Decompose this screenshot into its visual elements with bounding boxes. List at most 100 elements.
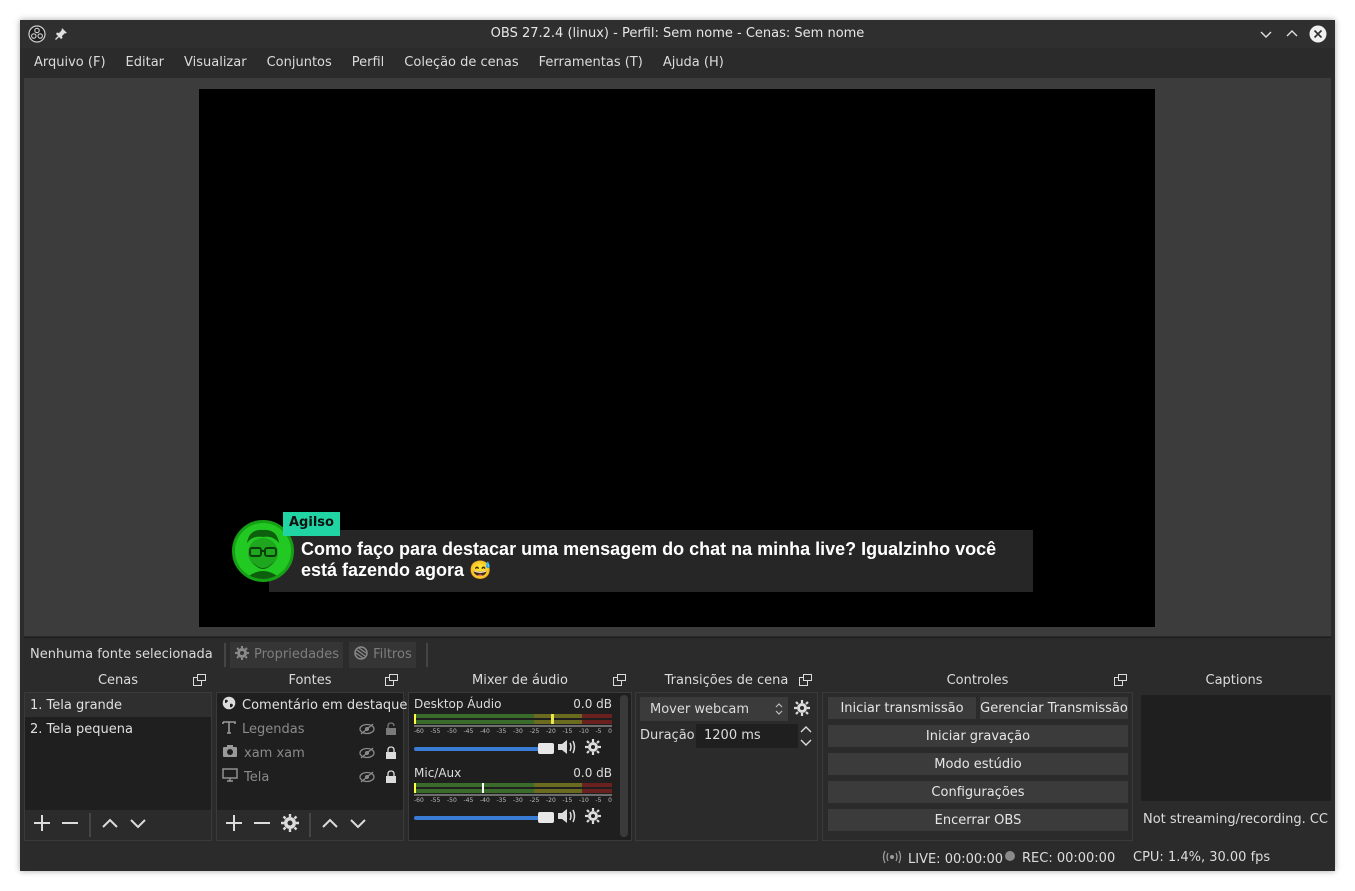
manage-stream-button[interactable]: Gerenciar Transmissão bbox=[979, 696, 1129, 720]
toolbar-separator bbox=[425, 642, 428, 667]
live-status: LIVE: 00:00:00 bbox=[882, 850, 1003, 868]
float-dock-icon[interactable] bbox=[613, 674, 626, 686]
status-bar: LIVE: 00:00:00 REC: 00:00:00 CPU: 1.4%, … bbox=[20, 843, 1335, 871]
hidden-eye-icon[interactable] bbox=[359, 771, 375, 787]
filters-button[interactable]: Filtros bbox=[349, 641, 416, 668]
sources-title: Fontes bbox=[288, 673, 332, 688]
source-item[interactable]: Legendas bbox=[217, 717, 403, 741]
captions-dock: Captions Not streaming/recording. CC Off bbox=[1137, 671, 1331, 841]
exit-button[interactable]: Encerrar OBS bbox=[827, 808, 1129, 832]
chat-message-text: Como faço para destacar uma mensagem do … bbox=[301, 539, 997, 580]
volume-meter bbox=[414, 713, 612, 727]
scene-item[interactable]: 2. Tela pequena bbox=[25, 717, 211, 741]
close-icon[interactable] bbox=[1309, 25, 1327, 43]
remove-scene-icon[interactable] bbox=[59, 812, 81, 838]
transitions-dock: Transições de cena Mover webcam Duração … bbox=[635, 671, 818, 841]
properties-button[interactable]: Propriedades bbox=[230, 641, 344, 668]
spinner-updown-icon bbox=[774, 701, 784, 721]
scene-item[interactable]: 1. Tela grande bbox=[25, 693, 211, 717]
preview-canvas[interactable]: Agilso Como faço para destacar uma mensa… bbox=[199, 89, 1155, 627]
lock-icon[interactable] bbox=[385, 746, 397, 764]
menu-conjuntos[interactable]: Conjuntos bbox=[253, 50, 342, 76]
meter-tick: -40 bbox=[480, 728, 490, 735]
text-icon bbox=[222, 720, 236, 738]
transition-selected-label: Mover webcam bbox=[650, 701, 749, 717]
float-dock-icon[interactable] bbox=[799, 674, 812, 686]
duration-input[interactable]: 1200 ms bbox=[696, 724, 798, 748]
settings-button[interactable]: Configurações bbox=[827, 780, 1129, 804]
studio-mode-button[interactable]: Modo estúdio bbox=[827, 752, 1129, 776]
menu-ferramentas[interactable]: Ferramentas (T) bbox=[525, 50, 653, 76]
obs-window: OBS 27.2.4 (linux) - Perfil: Sem nome - … bbox=[20, 20, 1335, 871]
move-up-icon[interactable] bbox=[319, 812, 341, 838]
channel-settings-gear-icon[interactable] bbox=[584, 807, 602, 829]
start-recording-button[interactable]: Iniciar gravação bbox=[827, 724, 1129, 748]
scenes-title: Cenas bbox=[97, 673, 139, 688]
float-dock-icon[interactable] bbox=[385, 674, 398, 686]
add-source-icon[interactable] bbox=[223, 812, 245, 838]
sources-list: Comentário em destaque Legendas xam xam … bbox=[216, 692, 407, 841]
transition-select[interactable]: Mover webcam bbox=[640, 697, 788, 721]
move-down-icon[interactable] bbox=[347, 812, 369, 838]
mixer-body: Desktop Áudio 0.0 dB -60 -55 -50 -45 -40 -35-… bbox=[408, 692, 632, 841]
meter-tick: -20 bbox=[546, 797, 556, 804]
captions-body: Not streaming/recording. CC Off bbox=[1137, 692, 1331, 841]
hidden-eye-icon[interactable] bbox=[359, 723, 375, 739]
channel-settings-gear-icon[interactable] bbox=[584, 738, 602, 760]
unlocked-icon[interactable] bbox=[385, 722, 397, 740]
lock-icon[interactable] bbox=[385, 770, 397, 788]
transitions-dock-title: Transições de cena bbox=[635, 671, 818, 691]
transition-settings-gear-icon[interactable] bbox=[793, 699, 811, 721]
globe-icon bbox=[222, 696, 236, 714]
mixer-scrollbar[interactable] bbox=[620, 695, 628, 837]
source-item[interactable]: xam xam bbox=[217, 741, 403, 765]
hidden-eye-icon[interactable] bbox=[359, 747, 375, 763]
start-stream-button[interactable]: Iniciar transmissão bbox=[827, 696, 977, 720]
captions-status: Not streaming/recording. CC Off bbox=[1143, 812, 1331, 827]
mixer-title: Mixer de áudio bbox=[471, 673, 568, 688]
sources-dock: Fontes Comentário em destaque Legendas x… bbox=[216, 671, 407, 841]
source-toolbar: Nenhuma fonte selecionada Propriedades F… bbox=[24, 637, 1331, 671]
meter-tick: -15 bbox=[562, 797, 573, 804]
menu-arquivo[interactable]: Arquivo (F) bbox=[20, 50, 116, 76]
menu-visualizar[interactable]: Visualizar bbox=[170, 50, 257, 76]
meter-tick: -40 bbox=[480, 797, 490, 804]
sources-toolbar bbox=[217, 810, 403, 840]
menu-perfil[interactable]: Perfil bbox=[338, 50, 395, 76]
scenes-toolbar bbox=[25, 810, 211, 840]
move-up-icon[interactable] bbox=[99, 812, 121, 838]
source-item[interactable]: Tela bbox=[217, 765, 403, 789]
meter-tick: -30 bbox=[513, 728, 523, 735]
speaker-icon[interactable] bbox=[556, 807, 578, 829]
volume-slider[interactable] bbox=[414, 743, 554, 754]
maximize-icon[interactable] bbox=[1283, 25, 1301, 43]
properties-label: Propriedades bbox=[254, 647, 340, 662]
volume-slider-handle[interactable] bbox=[538, 812, 554, 823]
menu-editar[interactable]: Editar bbox=[112, 50, 175, 76]
meter-tick: -15 bbox=[562, 728, 573, 735]
meter-tick: -10 bbox=[579, 797, 589, 804]
speaker-icon[interactable] bbox=[556, 738, 578, 760]
menu-ajuda[interactable]: Ajuda (H) bbox=[649, 50, 734, 76]
preview-area: Agilso Como faço para destacar uma mensa… bbox=[24, 78, 1331, 636]
meter-tick: -50 bbox=[447, 797, 457, 804]
menu-bar: Arquivo (F) Editar Visualizar Conjuntos … bbox=[20, 50, 1335, 76]
meter-tick: -25 bbox=[529, 797, 540, 804]
volume-slider-handle[interactable] bbox=[538, 743, 554, 754]
source-label: Comentário em destaque bbox=[242, 697, 408, 713]
source-item[interactable]: Comentário em destaque bbox=[217, 693, 407, 717]
move-down-icon[interactable] bbox=[127, 812, 149, 838]
camera-icon bbox=[222, 744, 238, 762]
meter-tick: 0 bbox=[608, 797, 612, 804]
add-scene-icon[interactable] bbox=[31, 812, 53, 838]
sources-dock-title: Fontes bbox=[216, 671, 404, 691]
menu-colecao-de-cenas[interactable]: Coleção de cenas bbox=[390, 50, 528, 76]
volume-slider[interactable] bbox=[414, 812, 554, 823]
source-label: Tela bbox=[244, 769, 270, 785]
source-properties-gear-icon[interactable] bbox=[279, 812, 301, 838]
float-dock-icon[interactable] bbox=[193, 674, 206, 686]
remove-source-icon[interactable] bbox=[251, 812, 273, 838]
float-dock-icon[interactable] bbox=[1114, 674, 1127, 686]
duration-stepper-icon[interactable] bbox=[799, 723, 813, 753]
minimize-icon[interactable] bbox=[1257, 25, 1275, 43]
